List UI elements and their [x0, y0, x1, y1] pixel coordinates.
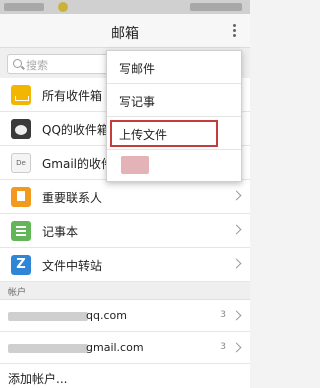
status-bar-text: [4, 3, 44, 11]
menu-item-upload-file[interactable]: 上传文件: [107, 117, 241, 150]
unread-count: 3: [220, 342, 226, 352]
account-item-qq[interactable]: qq.com 3: [0, 300, 250, 332]
unread-count: 3: [220, 310, 226, 320]
notification-icon: [58, 2, 68, 12]
account-name-redacted: [8, 344, 88, 353]
status-bar-info: [190, 3, 242, 11]
folder-item-transfer-station[interactable]: Z 文件中转站: [0, 248, 250, 282]
overflow-menu: 写邮件 写记事 上传文件: [106, 50, 242, 182]
status-bar: [0, 0, 250, 14]
gmail-icon: De: [11, 153, 31, 173]
chevron-right-icon: [231, 310, 242, 321]
qq-panda-icon: [11, 119, 31, 139]
section-label: 帐户: [8, 288, 27, 298]
chevron-right-icon: [231, 190, 242, 201]
page-title: 邮箱: [111, 26, 139, 42]
menu-item-label: 上传文件: [119, 128, 168, 142]
transfer-station-icon: Z: [11, 255, 31, 275]
star-bookmark-icon: [11, 187, 31, 207]
account-name-redacted: [8, 312, 88, 321]
menu-item-compose-mail[interactable]: 写邮件: [107, 51, 241, 84]
folder-item-vip-contacts[interactable]: 重要联系人: [0, 180, 250, 214]
folder-label: QQ的收件箱: [42, 123, 109, 137]
inbox-icon: [11, 85, 31, 105]
account-domain: gmail.com: [86, 341, 144, 354]
search-placeholder: 搜索: [26, 59, 48, 72]
menu-item-label: 写记事: [119, 95, 156, 109]
chevron-right-icon: [231, 224, 242, 235]
redacted-content: [121, 156, 149, 174]
folder-label: 所有收件箱: [42, 89, 103, 103]
accounts-section-header: 帐户: [0, 282, 250, 300]
menu-item-redacted[interactable]: [107, 150, 241, 183]
menu-item-label: 写邮件: [119, 62, 156, 76]
account-domain: qq.com: [86, 309, 127, 322]
add-account-button[interactable]: 添加帐户...: [0, 364, 250, 388]
add-account-label: 添加帐户...: [8, 372, 68, 386]
folder-label: 重要联系人: [42, 191, 103, 205]
search-input[interactable]: 搜索: [7, 54, 117, 74]
folder-label: 文件中转站: [42, 259, 103, 273]
more-options-icon[interactable]: [230, 23, 238, 39]
folder-item-notepad[interactable]: 记事本: [0, 214, 250, 248]
chevron-right-icon: [231, 342, 242, 353]
chevron-right-icon: [231, 258, 242, 269]
notepad-icon: [11, 221, 31, 241]
folder-label: 记事本: [42, 225, 79, 239]
title-bar: 邮箱: [0, 14, 250, 48]
menu-item-write-note[interactable]: 写记事: [107, 84, 241, 117]
account-item-gmail[interactable]: gmail.com 3: [0, 332, 250, 364]
search-icon: [13, 59, 22, 68]
